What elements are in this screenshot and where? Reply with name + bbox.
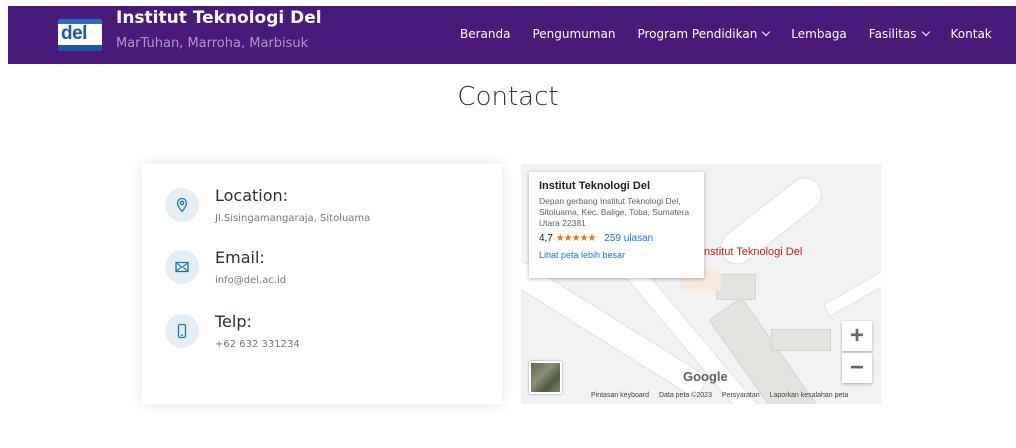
nav-label: Kontak [950,27,992,41]
contact-info-card: Location: Jl.Sisingamangaraja, Sitoluama… [142,164,502,404]
del-logo[interactable]: del [58,19,102,51]
place-address: Depan gerbang Institut Teknologi Del, Si… [539,196,690,228]
page-title: Contact [457,82,559,112]
nav-lembaga[interactable]: Lembaga [791,27,847,41]
map-road [822,264,881,318]
nav-program-pendidikan[interactable]: Program Pendidikan [637,27,771,41]
map-place-label[interactable]: Institut Teknologi Del [701,246,802,258]
star-rating-icon: ★★★★★ [555,233,597,244]
location-value: Jl.Sisingamangaraja, Sitoluama [215,213,371,224]
phone-value[interactable]: +62 632 331234 [215,339,300,350]
email-label: Email: [215,248,265,267]
logo-text: del [61,23,87,44]
larger-map-link[interactable]: Lihat peta lebih besar [539,250,694,260]
reviews-link[interactable]: 259 ulasan [604,233,653,244]
email-value[interactable]: info@del.ac.id [215,275,286,286]
keyboard-shortcuts-link[interactable]: Pintasan keyboard [591,392,649,399]
rating-value: 4,7 [539,233,553,244]
chevron-down-icon [921,27,930,37]
place-title: Institut Teknologi Del [539,180,651,192]
nav-label: Program Pendidikan [637,27,758,41]
zoom-out-button[interactable]: − [842,353,872,383]
site-header: del Institut Teknologi Del MarTuhan, Mar… [8,6,1016,64]
map-building [771,329,831,351]
map-pin-icon [165,188,199,222]
nav-label: Lembaga [791,27,847,41]
site-tagline: MarTuhan, Marroha, Marbisuk [116,36,309,51]
chevron-down-icon [762,27,771,37]
location-label: Location: [215,186,289,205]
nav-label: Fasilitas [868,27,917,41]
terms-link[interactable]: Persyaratan [722,392,760,399]
map-data-text: Data peta ©2023 [658,392,712,399]
zoom-in-button[interactable]: + [842,321,872,351]
envelope-icon [165,250,199,284]
phone-icon [165,314,199,348]
map-attribution: Pintasan keyboard Data peta ©2023 Persya… [591,392,856,399]
nav-label: Pengumuman [532,27,616,41]
satellite-toggle-button[interactable] [529,361,562,394]
nav-label: Beranda [460,27,511,41]
place-rating: 4,7 ★★★★★ 259 ulasan [539,233,694,244]
site-title[interactable]: Institut Teknologi Del [116,8,322,28]
nav-beranda[interactable]: Beranda [460,27,510,41]
map-building [716,274,756,300]
map-place-card: Institut Teknologi Del Depan gerbang Ins… [529,172,704,278]
nav-kontak[interactable]: Kontak [951,27,992,41]
report-error-link[interactable]: Laporkan kesalahan peta [770,392,849,399]
contact-page: del Institut Teknologi Del MarTuhan, Mar… [0,0,1016,448]
google-map-embed[interactable]: Institut Teknologi Del Institut Teknolog… [521,164,881,404]
nav-fasilitas[interactable]: Fasilitas [868,27,930,41]
google-logo: Google [683,369,728,384]
main-nav: Beranda Pengumuman Program Pendidikan Le… [460,27,992,41]
logo-bottom-band [58,45,102,51]
phone-label: Telp: [215,312,252,331]
nav-pengumuman[interactable]: Pengumuman [532,27,615,41]
